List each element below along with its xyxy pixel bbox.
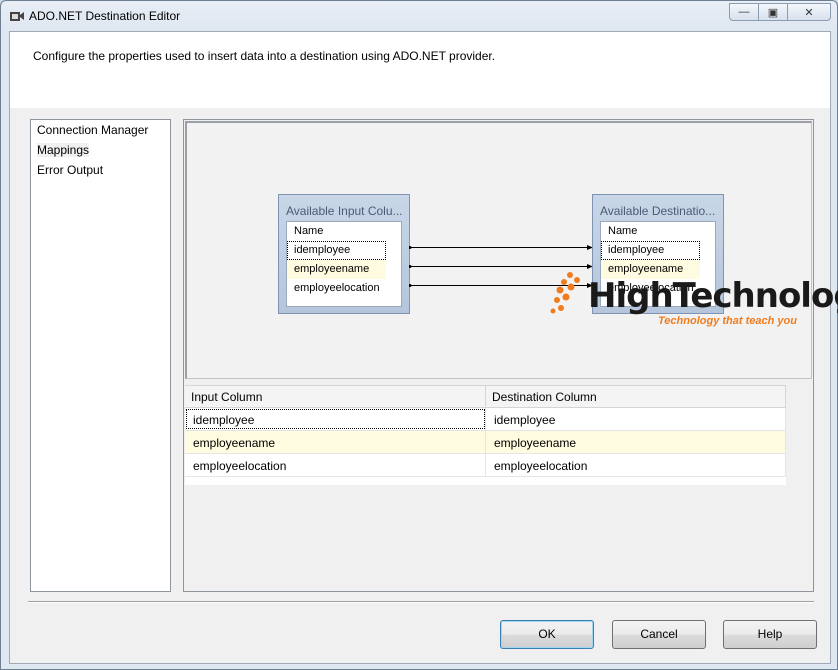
input-column-item[interactable]: idemployee bbox=[287, 241, 386, 260]
nav-item-label: Mappings bbox=[37, 143, 90, 157]
nav-item-label: Connection Manager bbox=[37, 123, 149, 137]
logo-mark-icon bbox=[550, 272, 580, 314]
app-icon bbox=[10, 12, 24, 21]
grid-header: Input Column Destination Column bbox=[185, 386, 786, 408]
header-panel: Configure the properties used to insert … bbox=[10, 32, 830, 108]
minimize-icon: — bbox=[738, 6, 750, 18]
mapping-diagram[interactable]: Available Input Colu... Name idemployee … bbox=[185, 121, 812, 379]
restore-icon: ▣ bbox=[767, 6, 779, 19]
grid-header-destination-column[interactable]: Destination Column bbox=[486, 386, 786, 407]
mappings-panel: Available Input Colu... Name idemployee … bbox=[183, 119, 838, 592]
mapping-grid: Input Column Destination Column idemploy… bbox=[185, 385, 786, 485]
table-row[interactable]: employeelocation employeelocation bbox=[185, 454, 786, 477]
destination-column-cell[interactable]: idemployee bbox=[486, 408, 786, 430]
page-navigation-list: Connection Manager Mappings Error Output bbox=[30, 119, 171, 592]
grid-header-input-column[interactable]: Input Column bbox=[185, 386, 486, 407]
close-icon: ✕ bbox=[804, 6, 814, 19]
logo-name: HighTechnology bbox=[588, 276, 838, 316]
close-button[interactable]: ✕ bbox=[787, 3, 831, 21]
nav-item-connection-manager[interactable]: Connection Manager bbox=[31, 120, 170, 140]
nav-item-mappings[interactable]: Mappings bbox=[31, 140, 170, 160]
divider bbox=[28, 601, 814, 603]
ok-button[interactable]: OK bbox=[500, 620, 594, 649]
nav-item-label: Error Output bbox=[37, 163, 104, 177]
input-column-item[interactable]: employeelocation bbox=[287, 279, 386, 298]
watermark-logo: HighTechnology Technology that teach you bbox=[550, 270, 838, 332]
nav-item-error-output[interactable]: Error Output bbox=[31, 160, 170, 180]
destination-column-item[interactable]: idemployee bbox=[601, 241, 700, 260]
help-button[interactable]: Help bbox=[723, 620, 817, 649]
dialog-client-area: Configure the properties used to insert … bbox=[9, 31, 838, 664]
input-box-title: Available Input Colu... bbox=[286, 204, 403, 218]
cancel-button[interactable]: Cancel bbox=[612, 620, 706, 649]
logo-tagline: Technology that teach you bbox=[658, 315, 797, 327]
input-column-item[interactable]: employeename bbox=[287, 260, 386, 279]
destination-box-title: Available Destinatio... bbox=[600, 204, 716, 218]
destination-list-header: Name bbox=[608, 225, 638, 237]
description-text: Configure the properties used to insert … bbox=[33, 49, 496, 63]
input-column-cell[interactable]: employeelocation bbox=[185, 454, 486, 476]
input-column-cell[interactable]: idemployee bbox=[185, 408, 486, 430]
destination-column-cell[interactable]: employeelocation bbox=[486, 454, 786, 476]
input-list-header: Name bbox=[294, 225, 324, 237]
available-input-columns-box[interactable]: Available Input Colu... Name idemployee … bbox=[278, 194, 410, 314]
window-controls: — ▣ ✕ bbox=[729, 3, 831, 21]
table-row[interactable]: idemployee idemployee bbox=[185, 408, 786, 431]
window-title: ADO.NET Destination Editor bbox=[29, 9, 181, 23]
input-column-cell[interactable]: employeename bbox=[185, 431, 486, 453]
title-bar[interactable]: ADO.NET Destination Editor — ▣ ✕ bbox=[1, 1, 837, 31]
dialog-window: ADO.NET Destination Editor — ▣ ✕ Configu… bbox=[0, 0, 838, 670]
restore-button[interactable]: ▣ bbox=[758, 3, 787, 21]
minimize-button[interactable]: — bbox=[729, 3, 758, 21]
destination-column-cell[interactable]: employeename bbox=[486, 431, 786, 453]
input-columns-list: Name idemployee employeename employeeloc… bbox=[286, 221, 402, 307]
table-row[interactable]: employeename employeename bbox=[185, 431, 786, 454]
